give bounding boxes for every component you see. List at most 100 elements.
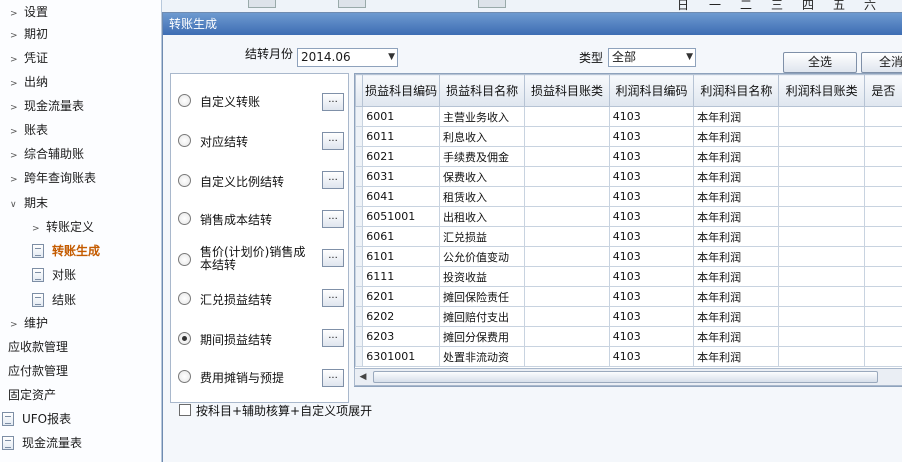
table-cell[interactable]: 手续费及佣金: [438, 146, 526, 167]
table-cell[interactable]: 6021: [362, 146, 440, 167]
table-row[interactable]: 6301001 处置非流动资 4103 本年利润: [355, 346, 902, 367]
table-cell[interactable]: [778, 126, 865, 147]
table-cell[interactable]: [863, 246, 902, 267]
month-select[interactable]: 2014.06 ▼: [297, 48, 398, 67]
table-cell[interactable]: [778, 226, 865, 247]
table-cell[interactable]: [778, 306, 865, 327]
table-row[interactable]: 6041 租赁收入 4103 本年利润: [355, 186, 902, 207]
table-cell[interactable]: 主营业务收入: [438, 106, 526, 127]
table-cell[interactable]: 本年利润: [693, 226, 780, 247]
table-cell[interactable]: [778, 106, 865, 127]
table-cell[interactable]: 4103: [608, 326, 695, 347]
table-cell[interactable]: 投资收益: [438, 266, 526, 287]
table-cell[interactable]: 4103: [608, 126, 695, 147]
sidebar-item[interactable]: 固定资产: [8, 384, 56, 406]
column-header[interactable]: 利润科目名称: [693, 74, 780, 107]
ellipsis-button[interactable]: ...: [322, 171, 344, 189]
table-cell[interactable]: [778, 146, 865, 167]
scrollbar-thumb[interactable]: [373, 371, 878, 383]
sidebar-item[interactable]: > 转账定义: [32, 216, 94, 238]
sidebar-item[interactable]: 应收款管理: [8, 336, 68, 358]
table-cell[interactable]: [778, 246, 865, 267]
row-header[interactable]: [355, 346, 364, 367]
table-cell[interactable]: 6301001: [362, 346, 440, 367]
table-cell[interactable]: [524, 226, 610, 247]
scroll-left-icon[interactable]: ◀: [355, 369, 371, 385]
table-cell[interactable]: 租赁收入: [438, 186, 526, 207]
table-row[interactable]: 6011 利息收入 4103 本年利润: [355, 126, 902, 147]
table-cell[interactable]: 摊回赔付支出: [438, 306, 526, 327]
table-cell[interactable]: 利息收入: [438, 126, 526, 147]
table-cell[interactable]: [778, 206, 865, 227]
ellipsis-button[interactable]: ...: [322, 93, 344, 111]
radio-button[interactable]: [178, 212, 191, 225]
column-header[interactable]: 损益科目编码: [362, 74, 440, 107]
row-header[interactable]: [355, 186, 364, 207]
column-header[interactable]: 损益科目名称: [438, 74, 526, 107]
horizontal-scrollbar[interactable]: ◀: [354, 368, 902, 386]
sidebar-item[interactable]: > 设置: [10, 1, 48, 23]
table-cell[interactable]: 本年利润: [693, 106, 780, 127]
sidebar-item[interactable]: UFO报表: [2, 408, 71, 430]
sidebar-item[interactable]: ∨ 期末: [10, 192, 48, 214]
table-cell[interactable]: 本年利润: [693, 246, 780, 267]
table-cell[interactable]: [524, 186, 610, 207]
sidebar-item[interactable]: > 维护: [10, 312, 48, 334]
table-cell[interactable]: 4103: [608, 246, 695, 267]
table-cell[interactable]: [524, 206, 610, 227]
table-cell[interactable]: [863, 186, 902, 207]
table-cell[interactable]: 6101: [362, 246, 440, 267]
sidebar-item[interactable]: > 账表: [10, 119, 48, 141]
select-all-button[interactable]: 全选: [783, 52, 857, 73]
sidebar-item[interactable]: > 跨年查询账表: [10, 167, 96, 189]
row-header[interactable]: [355, 166, 364, 187]
table-cell[interactable]: 本年利润: [693, 206, 780, 227]
table-cell[interactable]: 4103: [608, 206, 695, 227]
table-cell[interactable]: [524, 106, 610, 127]
table-row[interactable]: 6111 投资收益 4103 本年利润: [355, 266, 902, 287]
table-cell[interactable]: [524, 326, 610, 347]
row-header[interactable]: [355, 306, 364, 327]
radio-button[interactable]: [178, 174, 191, 187]
table-cell[interactable]: [524, 346, 610, 367]
table-cell[interactable]: [863, 306, 902, 327]
row-header[interactable]: [355, 286, 364, 307]
column-header[interactable]: 是否: [863, 74, 902, 107]
table-cell[interactable]: [863, 146, 902, 167]
table-row[interactable]: 6031 保费收入 4103 本年利润: [355, 166, 902, 187]
table-cell[interactable]: 本年利润: [693, 306, 780, 327]
table-cell[interactable]: 处置非流动资: [438, 346, 526, 367]
table-cell[interactable]: [863, 346, 902, 367]
sidebar-item[interactable]: 对账: [32, 264, 76, 286]
table-row[interactable]: 6021 手续费及佣金 4103 本年利润: [355, 146, 902, 167]
table-cell[interactable]: 本年利润: [693, 346, 780, 367]
table-row[interactable]: 6001 主营业务收入 4103 本年利润: [355, 106, 902, 127]
table-cell[interactable]: 本年利润: [693, 126, 780, 147]
column-header[interactable]: 利润科目编码: [608, 74, 695, 107]
table-cell[interactable]: 本年利润: [693, 186, 780, 207]
radio-button[interactable]: [178, 94, 191, 107]
row-header[interactable]: [355, 126, 364, 147]
table-cell[interactable]: 本年利润: [693, 166, 780, 187]
table-row[interactable]: 6201 摊回保险责任 4103 本年利润: [355, 286, 902, 307]
chevron-down-icon[interactable]: ▼: [686, 49, 693, 66]
table-cell[interactable]: [863, 126, 902, 147]
table-cell[interactable]: 本年利润: [693, 286, 780, 307]
sidebar-item[interactable]: > 现金流量表: [10, 95, 84, 117]
transfer-grid[interactable]: 损益科目编码 损益科目名称 损益科目账类 利润科目编码 利润科目名称 利润科目账类 是否 6…: [354, 73, 902, 387]
table-cell[interactable]: 6203: [362, 326, 440, 347]
table-cell[interactable]: [863, 206, 902, 227]
table-cell[interactable]: [524, 166, 610, 187]
table-cell[interactable]: 6011: [362, 126, 440, 147]
table-cell[interactable]: [524, 146, 610, 167]
table-cell[interactable]: [778, 186, 865, 207]
table-cell[interactable]: 4103: [608, 166, 695, 187]
table-cell[interactable]: [863, 226, 902, 247]
table-cell[interactable]: [778, 286, 865, 307]
sidebar-item[interactable]: 现金流量表: [2, 432, 82, 454]
radio-button[interactable]: [178, 292, 191, 305]
table-cell[interactable]: 6111: [362, 266, 440, 287]
type-select[interactable]: 全部 ▼: [608, 48, 696, 67]
table-cell[interactable]: 4103: [608, 146, 695, 167]
table-cell[interactable]: [863, 266, 902, 287]
